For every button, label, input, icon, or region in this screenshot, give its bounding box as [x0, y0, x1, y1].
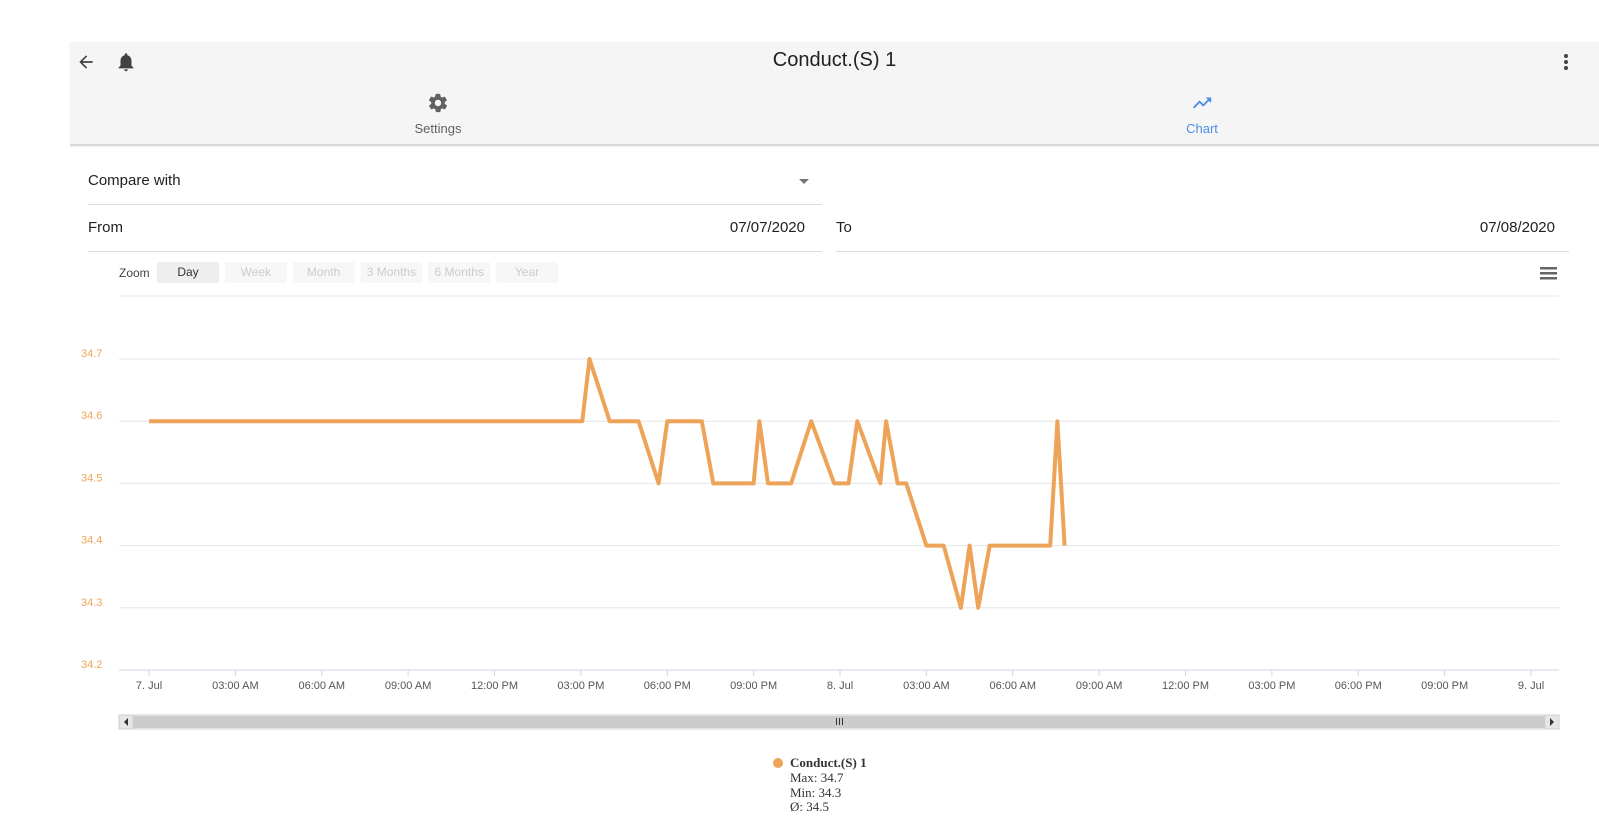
- from-label: From: [88, 219, 123, 236]
- gear-icon: [428, 93, 448, 113]
- trending-up-icon: [1192, 97, 1212, 109]
- from-date-field[interactable]: From 07/07/2020: [88, 205, 822, 252]
- more-vertical-icon: [1564, 54, 1568, 70]
- top-app-bar: Conduct.(S) 1 Settings Chart: [70, 42, 1599, 146]
- to-date-value: 07/08/2020: [1479, 219, 1555, 236]
- from-date-value: 07/07/2020: [729, 219, 805, 236]
- tab-settings[interactable]: Settings: [338, 92, 538, 136]
- tab-chart-label: Chart: [1186, 121, 1218, 136]
- to-label: To: [836, 219, 852, 236]
- compare-with-label: Compare with: [88, 172, 181, 189]
- more-options-button[interactable]: [1553, 48, 1573, 76]
- page-title: Conduct.(S) 1: [772, 49, 897, 71]
- tab-settings-label: Settings: [414, 121, 462, 136]
- compare-with-select[interactable]: Compare with: [88, 158, 822, 205]
- app: Conduct.(S) 1 Settings Chart Compare wit…: [70, 42, 1599, 837]
- dropdown-arrow-icon: [799, 179, 809, 184]
- tab-chart[interactable]: Chart: [1102, 92, 1302, 136]
- to-date-field[interactable]: To 07/08/2020: [836, 205, 1569, 252]
